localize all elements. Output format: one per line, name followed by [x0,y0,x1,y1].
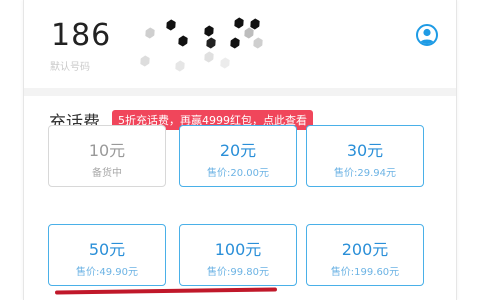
option-amount: 30元 [346,141,384,160]
option-price: 售价:29.94元 [334,168,396,179]
user-icon[interactable] [416,24,438,46]
recharge-option-20[interactable]: 20元 售价:20.00元 [179,125,297,187]
recharge-option-30[interactable]: 30元 售价:29.94元 [306,125,424,187]
section-divider [24,88,456,96]
recharge-option-200[interactable]: 200元 售价:199.60元 [306,224,424,286]
recharge-option-10[interactable]: 10元 备货中 [48,125,166,187]
option-status: 备货中 [92,168,122,179]
option-price: 售价:99.80元 [207,267,269,278]
option-amount: 20元 [219,141,257,160]
phone-number: 186 [51,18,112,53]
option-price: 售价:49.90元 [76,267,138,278]
option-price: 售价:20.00元 [207,168,269,179]
default-number-label: 默认号码 [50,62,90,73]
option-amount: 200元 [341,240,389,259]
option-amount: 10元 [88,141,126,160]
option-amount: 50元 [88,240,126,259]
option-amount: 100元 [214,240,262,259]
recharge-card: 186 默认号码 充话费 5折充话费，再赢4999红包，点此查看 10元 备货中… [23,0,457,300]
recharge-option-100[interactable]: 100元 售价:99.80元 [179,224,297,286]
masked-digits [110,16,270,76]
recharge-option-50[interactable]: 50元 售价:49.90元 [48,224,166,286]
option-price: 售价:199.60元 [330,267,400,278]
